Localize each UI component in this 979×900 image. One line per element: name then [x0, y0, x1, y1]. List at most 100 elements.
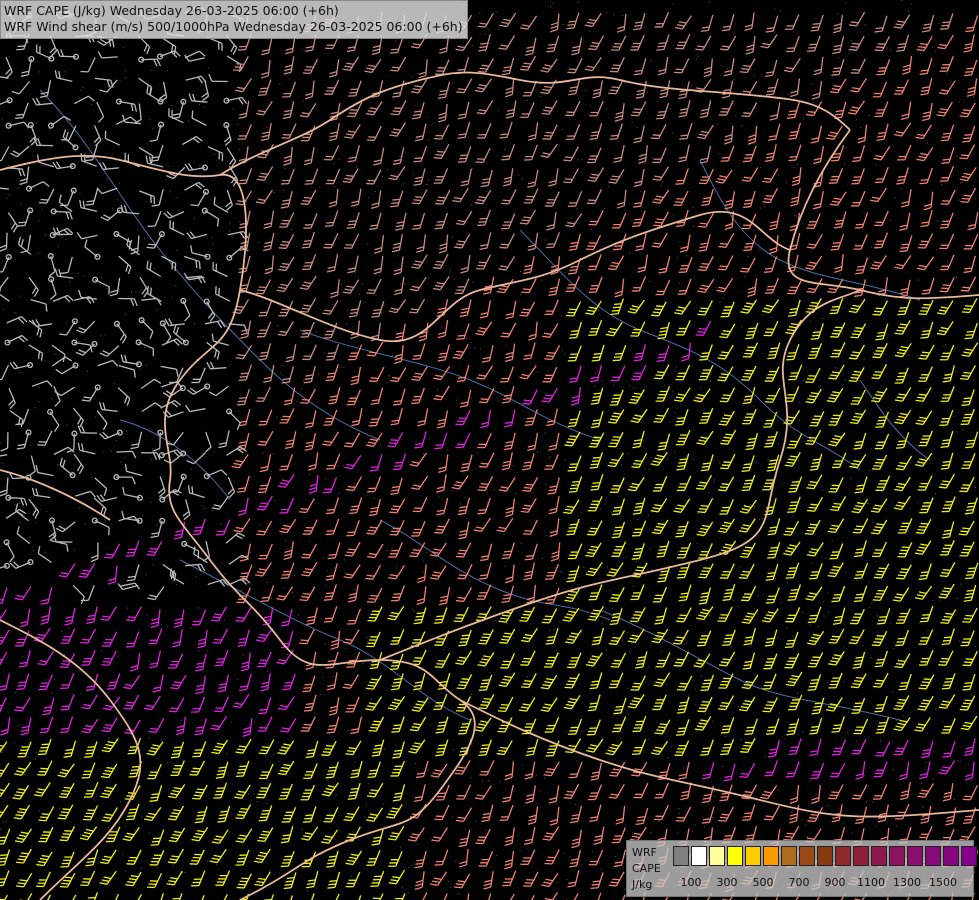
stipple-dot	[739, 488, 741, 490]
stipple-dot	[149, 833, 151, 834]
stipple-dot	[199, 103, 200, 105]
stipple-dot	[716, 123, 718, 125]
stipple-dot	[744, 642, 746, 644]
stipple-dot	[581, 82, 583, 84]
stipple-dot	[38, 387, 40, 389]
stipple-dot	[337, 731, 339, 733]
stipple-dot	[233, 864, 235, 866]
stipple-dot	[666, 683, 668, 685]
stipple-dot	[564, 271, 566, 273]
stipple-dot	[370, 698, 372, 700]
stipple-dot	[496, 854, 498, 856]
legend-swatch	[763, 846, 779, 866]
stipple-dot	[637, 519, 639, 521]
stipple-dot	[720, 65, 722, 67]
stipple-dot	[407, 892, 409, 894]
stipple-dot	[281, 374, 283, 376]
stipple-dot	[794, 490, 796, 491]
legend-swatch	[745, 846, 761, 866]
stipple-dot	[82, 86, 84, 88]
stipple-dot	[798, 460, 799, 462]
stipple-dot	[737, 606, 739, 607]
stipple-dot	[220, 523, 222, 524]
stipple-dot	[838, 57, 840, 59]
stipple-dot	[794, 532, 796, 534]
stipple-dot	[731, 411, 733, 413]
stipple-dot	[592, 851, 594, 853]
stipple-dot	[905, 353, 907, 355]
stipple-dot	[504, 566, 506, 568]
stipple-dot	[843, 646, 845, 648]
stipple-dot	[892, 817, 894, 819]
legend-swatch	[799, 846, 815, 866]
stipple-dot	[577, 159, 579, 161]
stipple-dot	[76, 895, 78, 897]
stipple-dot	[662, 180, 663, 182]
stipple-dot	[343, 366, 345, 368]
legend-tick-label: 1100	[857, 876, 885, 889]
stipple-dot	[834, 170, 836, 172]
stipple-dot	[22, 655, 24, 657]
stipple-dot	[921, 805, 923, 807]
stipple-dot	[200, 719, 202, 721]
stipple-dot	[401, 886, 403, 888]
stipple-dot	[759, 249, 761, 251]
stipple-dot	[622, 14, 624, 16]
stipple-dot	[631, 121, 633, 123]
stipple-dot	[875, 164, 877, 166]
stipple-dot	[322, 159, 323, 161]
stipple-dot	[950, 138, 952, 140]
stipple-dot	[598, 309, 600, 311]
stipple-dot	[28, 536, 30, 538]
stipple-dot	[114, 554, 116, 556]
stipple-dot	[27, 756, 29, 758]
stipple-dot	[176, 584, 178, 586]
stipple-dot	[893, 648, 895, 649]
stipple-dot	[667, 757, 669, 758]
stipple-dot	[524, 418, 526, 419]
stipple-dot	[396, 416, 398, 418]
stipple-dot	[696, 58, 697, 59]
stipple-dot	[19, 372, 21, 373]
stipple-dot	[657, 728, 659, 730]
stipple-dot	[345, 648, 347, 650]
stipple-dot	[499, 781, 501, 783]
stipple-dot	[190, 627, 192, 629]
stipple-dot	[277, 325, 279, 326]
stipple-dot	[574, 315, 576, 317]
stipple-dot	[238, 148, 240, 150]
stipple-dot	[302, 380, 304, 382]
stipple-dot	[633, 388, 635, 389]
stipple-dot	[602, 839, 604, 841]
stipple-dot	[416, 843, 418, 844]
stipple-dot	[470, 592, 472, 594]
stipple-dot	[198, 650, 200, 652]
stipple-dot	[927, 733, 929, 735]
stipple-dot	[825, 557, 827, 559]
stipple-dot	[922, 806, 924, 808]
stipple-dot	[194, 322, 195, 324]
stipple-dot	[842, 822, 844, 824]
stipple-dot	[613, 384, 615, 386]
stipple-dot	[901, 187, 903, 189]
stipple-dot	[704, 826, 706, 828]
stipple-dot	[845, 379, 846, 381]
stipple-dot	[212, 243, 213, 245]
stipple-dot	[708, 808, 710, 810]
stipple-dot	[626, 687, 628, 689]
stipple-dot	[669, 421, 671, 423]
stipple-dot	[140, 867, 142, 869]
stipple-dot	[193, 161, 195, 163]
stipple-dot	[585, 571, 587, 573]
stipple-dot	[14, 312, 16, 314]
stipple-dot	[253, 793, 255, 795]
stipple-dot	[777, 637, 779, 639]
stipple-dot	[932, 46, 934, 48]
stipple-dot	[670, 572, 672, 574]
stipple-dot	[962, 429, 964, 430]
stipple-dot	[151, 447, 153, 449]
stipple-dot	[395, 745, 397, 746]
stipple-dot	[621, 464, 622, 466]
stipple-dot	[506, 622, 508, 624]
stipple-dot	[889, 219, 891, 221]
